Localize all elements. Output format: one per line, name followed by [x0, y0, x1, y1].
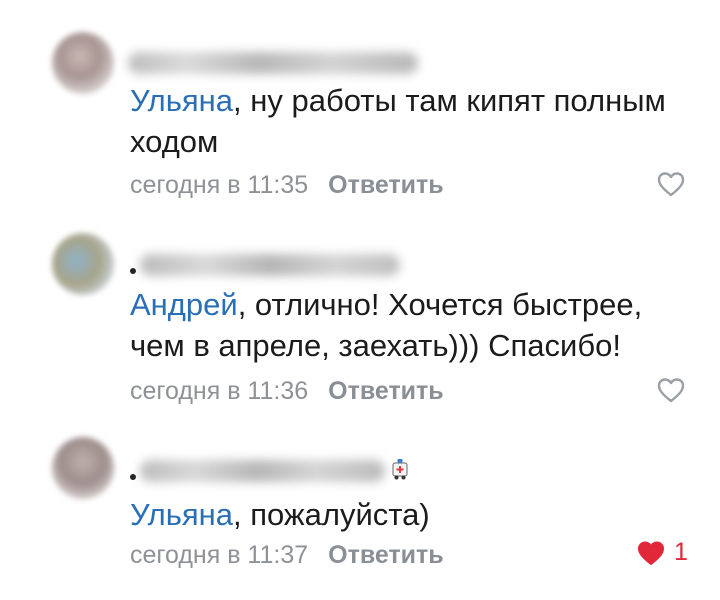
- like-count: 1: [674, 538, 688, 566]
- mention-link[interactable]: Ульяна: [130, 497, 233, 532]
- comment-meta: сегодня в 11:37 Ответить: [130, 541, 444, 570]
- author-name-blurred[interactable]: [140, 460, 385, 482]
- comment-item: Ульяна, пожалуйста) сегодня в 11:37 Ответ…: [0, 0, 720, 600]
- reply-button[interactable]: Ответить: [328, 541, 444, 569]
- name-prefix-dot: [130, 474, 136, 480]
- comment-text: Ульяна, пожалуйста): [130, 494, 700, 535]
- avatar[interactable]: [52, 437, 114, 499]
- timestamp: сегодня в 11:37: [130, 541, 309, 569]
- like-button[interactable]: 1: [636, 538, 688, 567]
- heart-filled-icon: [638, 541, 664, 565]
- comment-body: , пожалуйста): [233, 497, 430, 532]
- ambulance-icon: [392, 459, 408, 480]
